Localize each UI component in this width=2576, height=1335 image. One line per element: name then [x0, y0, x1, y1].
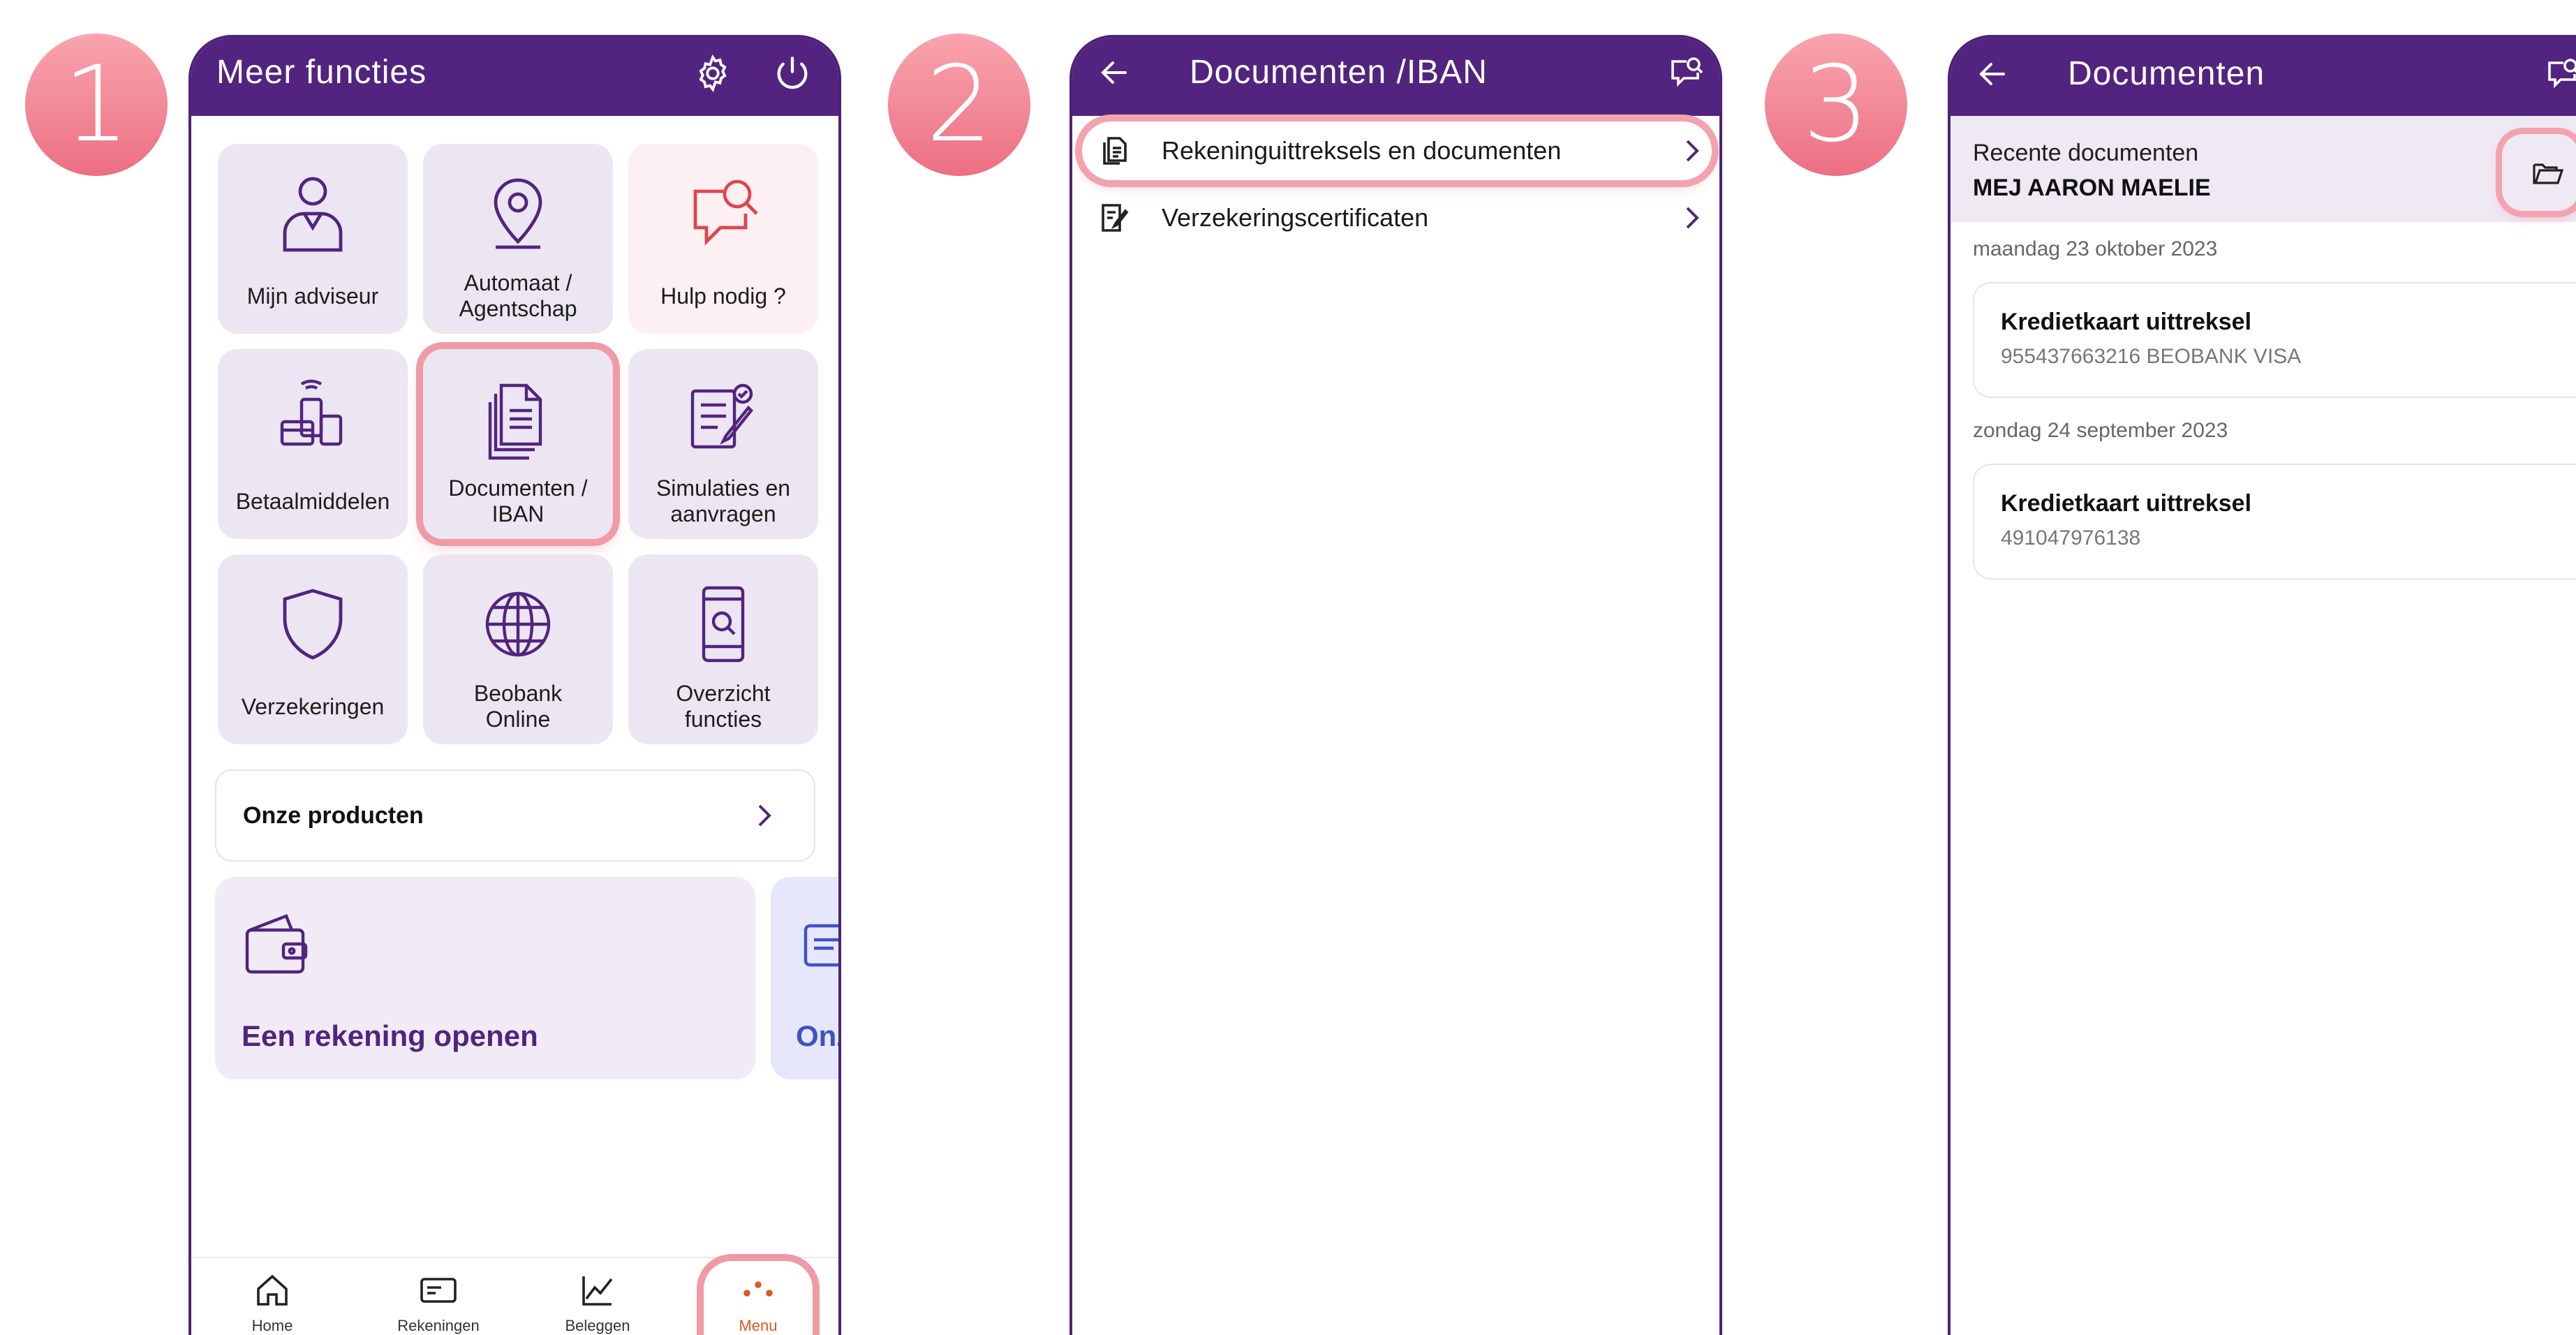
list-item-verzekeringscertificaten[interactable]: Verzekeringscertificaten — [1072, 184, 1719, 251]
list-item-rekeninguittreksels[interactable]: Rekeninguittreksels en documenten — [1072, 117, 1719, 184]
tile-verzekeringen[interactable]: Verzekeringen — [218, 554, 408, 744]
app-header: Documenten — [1950, 38, 2576, 119]
nav-home[interactable]: Home — [202, 1258, 342, 1335]
home-icon — [257, 1274, 288, 1306]
help-chat-search-icon[interactable] — [2544, 54, 2576, 94]
tile-label: Verzekeringen — [241, 693, 385, 719]
tile-label: Documenten / IBAN — [448, 475, 588, 526]
nav-label: Beleggen — [565, 1317, 630, 1334]
chart-line-icon — [582, 1276, 613, 1306]
account-card-icon — [420, 1278, 457, 1303]
document-subtitle: 491047976138 — [2001, 526, 2141, 550]
person-icon — [283, 177, 343, 252]
statements-icon — [1103, 137, 1127, 165]
list-item-label: Rekeninguittreksels en documenten — [1162, 136, 1562, 165]
card-onze-producten-partial[interactable]: Onz — [771, 877, 838, 1079]
document-subtitle: 955437663216 BEOBANK VISA — [2001, 345, 2302, 368]
tile-mijn-adviseur[interactable]: Mijn adviseur — [218, 144, 408, 334]
location-pin-icon — [494, 178, 542, 249]
menu-dots-icon — [743, 1281, 773, 1297]
tile-label: Beobank Online — [473, 681, 563, 732]
nav-label: Rekeningen — [397, 1317, 480, 1334]
products-label: Onze producten — [243, 802, 424, 829]
step-number-3: 3 — [1765, 34, 1907, 176]
tile-label: Mijn adviseur — [246, 283, 379, 309]
document-date: zondag 24 september 2023 — [1973, 419, 2228, 442]
onze-producten-row[interactable]: Onze producten — [215, 769, 815, 862]
tile-label: Hulp nodig ? — [660, 283, 786, 309]
account-holder-name: MEJ AARON MAELIE — [1973, 175, 2211, 201]
simulation-form-icon — [690, 383, 753, 449]
folder-button[interactable] — [2502, 134, 2576, 211]
card-rekening-openen[interactable]: Een rekening openen — [215, 877, 755, 1079]
tile-automaat-agentschap[interactable]: Automaat / Agentschap — [423, 144, 613, 334]
nav-beleggen[interactable]: Beleggen — [528, 1258, 667, 1335]
power-icon[interactable] — [772, 53, 813, 94]
recent-documents-label: Recente documenten — [1973, 140, 2199, 166]
nav-label: Home — [251, 1317, 293, 1334]
chevron-right-icon — [758, 804, 771, 827]
back-arrow-icon[interactable] — [1097, 56, 1131, 89]
settings-icon[interactable] — [693, 53, 733, 94]
card-label: Onz — [796, 1019, 838, 1052]
app-header: Documenten /IBAN — [1072, 38, 1719, 116]
tile-label: Betaalmiddelen — [235, 488, 390, 514]
folder-open-icon — [2533, 163, 2564, 184]
payment-devices-icon — [280, 379, 343, 446]
documents-icon — [488, 383, 542, 460]
tile-overzicht-functies[interactable]: Overzicht functies — [628, 554, 818, 744]
tile-label: Overzicht functies — [676, 681, 771, 732]
page-title: Documenten — [2068, 55, 2265, 92]
shield-icon — [283, 589, 343, 660]
certificate-icon — [1102, 204, 1129, 232]
phone-search-icon — [702, 586, 745, 663]
nav-label: Menu — [739, 1317, 778, 1334]
tile-beobank-online[interactable]: Beobank Online — [423, 554, 613, 744]
chevron-right-icon — [1686, 140, 1699, 162]
document-card[interactable]: Kredietkaart uittreksel 955437663216 BEO… — [1973, 282, 2576, 398]
tile-simulaties-aanvragen[interactable]: Simulaties en aanvragen — [628, 349, 818, 539]
wallet-icon — [245, 914, 308, 974]
tile-hulp-nodig[interactable]: Hulp nodig ? — [628, 144, 818, 334]
document-date: maandag 23 oktober 2023 — [1973, 237, 2218, 260]
tile-label: Automaat / Agentschap — [459, 270, 577, 321]
step-number-1: 1 — [25, 34, 168, 176]
globe-icon — [485, 591, 551, 657]
document-title: Kredietkaart uittreksel — [2001, 490, 2252, 517]
phone-screen-more-functions: Meer functies Mijn adviseur Automaat / A… — [188, 35, 841, 1335]
nav-menu[interactable]: Menu — [688, 1258, 828, 1335]
back-arrow-icon[interactable] — [1976, 57, 2009, 91]
nav-rekeningen[interactable]: Rekeningen — [369, 1258, 508, 1335]
page-title: Documenten /IBAN — [1190, 54, 1488, 91]
help-chat-search-icon[interactable] — [1667, 53, 1706, 92]
list-item-label: Verzekeringscertificaten — [1162, 203, 1429, 232]
recent-documents-bar: Recente documenten MEJ AARON MAELIE — [1950, 116, 2576, 222]
app-header: Meer functies — [191, 38, 838, 116]
chevron-right-icon — [1686, 207, 1699, 229]
card-icon — [804, 924, 838, 967]
document-title: Kredietkaart uittreksel — [2001, 309, 2252, 335]
phone-screen-documenten-iban: Documenten /IBAN Rekeninguittreksels en … — [1069, 35, 1722, 1335]
tile-documenten-iban[interactable]: Documenten / IBAN — [423, 349, 613, 539]
document-card[interactable]: Kredietkaart uittreksel 491047976138 — [1973, 464, 2576, 580]
tile-label: Simulaties en aanvragen — [656, 475, 791, 526]
page-title: Meer functies — [216, 54, 427, 91]
tile-betaalmiddelen[interactable]: Betaalmiddelen — [218, 349, 408, 539]
card-label: Een rekening openen — [242, 1019, 538, 1052]
bottom-navigation: Home Rekeningen Beleggen Menu — [191, 1257, 838, 1335]
phone-screen-documenten: Documenten Recente documenten MEJ AARON … — [1948, 35, 2576, 1335]
help-chat-search-icon — [693, 179, 758, 246]
step-number-2: 2 — [888, 34, 1030, 176]
